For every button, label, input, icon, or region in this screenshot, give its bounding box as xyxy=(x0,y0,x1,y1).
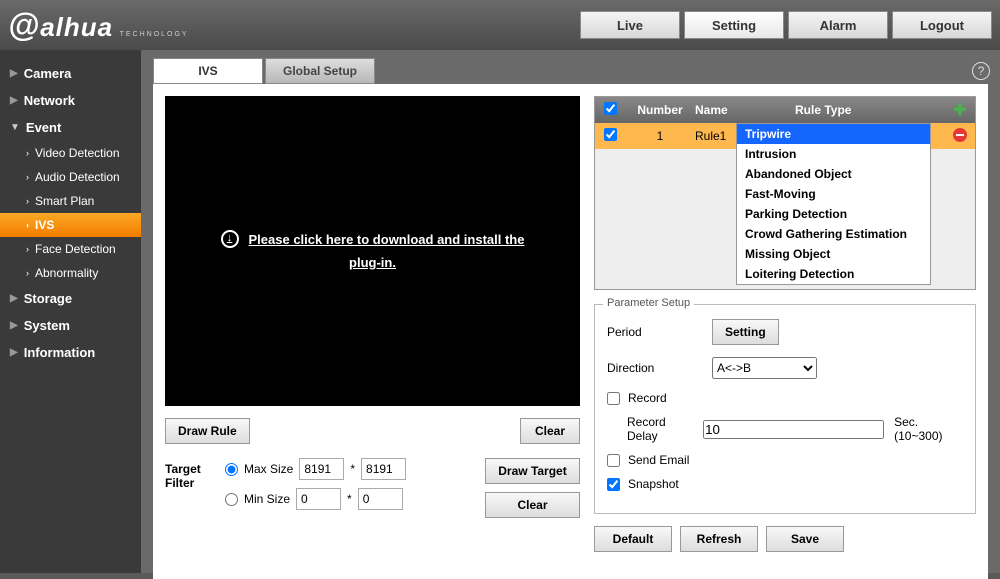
download-icon: ↓ xyxy=(221,230,239,248)
col-number: Number xyxy=(625,103,695,117)
param-legend: Parameter Setup xyxy=(603,297,694,309)
send-email-checkbox[interactable] xyxy=(607,454,620,467)
col-type: Rule Type xyxy=(795,103,945,117)
period-label: Period xyxy=(607,325,702,339)
logo: @alhua TECHNOLOGY xyxy=(8,7,189,44)
direction-label: Direction xyxy=(607,361,702,375)
dropdown-item[interactable]: Abandoned Object xyxy=(737,164,930,184)
max-height-input[interactable] xyxy=(361,458,406,480)
rule-checkbox[interactable] xyxy=(604,128,617,141)
parameter-setup: Parameter Setup Period Setting Direction… xyxy=(594,304,976,514)
dropdown-item[interactable]: Tripwire xyxy=(737,124,930,144)
record-delay-input[interactable] xyxy=(703,420,884,439)
snapshot-checkbox[interactable] xyxy=(607,478,620,491)
min-size-radio[interactable] xyxy=(225,493,238,506)
sidebar-ivs[interactable]: ›IVS xyxy=(0,213,141,237)
add-rule-icon[interactable]: ✚ xyxy=(953,102,966,119)
tab-ivs[interactable]: IVS xyxy=(153,58,263,84)
delete-rule-icon[interactable] xyxy=(953,128,967,142)
nav-live[interactable]: Live xyxy=(580,11,680,39)
video-preview: ↓ Please click here to download and inst… xyxy=(165,96,580,406)
dropdown-item[interactable]: Parking Detection xyxy=(737,204,930,224)
sidebar-information[interactable]: ▶Information xyxy=(0,339,141,366)
sidebar-face-detection[interactable]: ›Face Detection xyxy=(0,237,141,261)
record-delay-unit: Sec. (10~300) xyxy=(894,415,963,443)
dropdown-item[interactable]: Intrusion xyxy=(737,144,930,164)
min-size-label: Min Size xyxy=(244,492,290,506)
sidebar-audio-detection[interactable]: ›Audio Detection xyxy=(0,165,141,189)
sidebar: ▶Camera ▶Network ▼Event ›Video Detection… xyxy=(0,50,141,573)
record-checkbox[interactable] xyxy=(607,392,620,405)
nav-alarm[interactable]: Alarm xyxy=(788,11,888,39)
max-width-input[interactable] xyxy=(299,458,344,480)
dropdown-item[interactable]: Loitering Detection xyxy=(737,264,930,284)
sidebar-event[interactable]: ▼Event xyxy=(0,114,141,141)
direction-select[interactable]: A<->B xyxy=(712,357,817,379)
save-button[interactable]: Save xyxy=(766,526,844,552)
dropdown-item[interactable]: Fast-Moving xyxy=(737,184,930,204)
sidebar-video-detection[interactable]: ›Video Detection xyxy=(0,141,141,165)
tab-global-setup[interactable]: Global Setup xyxy=(265,58,375,84)
sidebar-storage[interactable]: ▶Storage xyxy=(0,285,141,312)
snapshot-label: Snapshot xyxy=(628,477,679,491)
draw-rule-button[interactable]: Draw Rule xyxy=(165,418,250,444)
sidebar-camera[interactable]: ▶Camera xyxy=(0,60,141,87)
clear-target-button[interactable]: Clear xyxy=(485,492,580,518)
default-button[interactable]: Default xyxy=(594,526,672,552)
plugin-download-link[interactable]: ↓ Please click here to download and inst… xyxy=(221,228,525,275)
record-delay-label: Record Delay xyxy=(627,415,693,443)
record-label: Record xyxy=(628,391,667,405)
refresh-button[interactable]: Refresh xyxy=(680,526,758,552)
draw-target-button[interactable]: Draw Target xyxy=(485,458,580,484)
min-height-input[interactable] xyxy=(358,488,403,510)
rule-type-dropdown[interactable]: Tripwire Intrusion Abandoned Object Fast… xyxy=(736,123,931,285)
min-width-input[interactable] xyxy=(296,488,341,510)
send-email-label: Send Email xyxy=(628,453,689,467)
sidebar-abnormality[interactable]: ›Abnormality xyxy=(0,261,141,285)
dropdown-item[interactable]: Crowd Gathering Estimation xyxy=(737,224,930,244)
max-size-label: Max Size xyxy=(244,462,293,476)
target-filter-label: Target Filter xyxy=(165,458,225,490)
rule-number: 1 xyxy=(625,129,695,143)
rules-select-all[interactable] xyxy=(604,102,617,115)
period-setting-button[interactable]: Setting xyxy=(712,319,779,345)
max-size-radio[interactable] xyxy=(225,463,238,476)
nav-logout[interactable]: Logout xyxy=(892,11,992,39)
sidebar-system[interactable]: ▶System xyxy=(0,312,141,339)
nav-setting[interactable]: Setting xyxy=(684,11,784,39)
dropdown-item[interactable]: Missing Object xyxy=(737,244,930,264)
clear-rule-button[interactable]: Clear xyxy=(520,418,580,444)
help-icon[interactable]: ? xyxy=(972,62,990,80)
sidebar-network[interactable]: ▶Network xyxy=(0,87,141,114)
col-name: Name xyxy=(695,103,795,117)
sidebar-smart-plan[interactable]: ›Smart Plan xyxy=(0,189,141,213)
